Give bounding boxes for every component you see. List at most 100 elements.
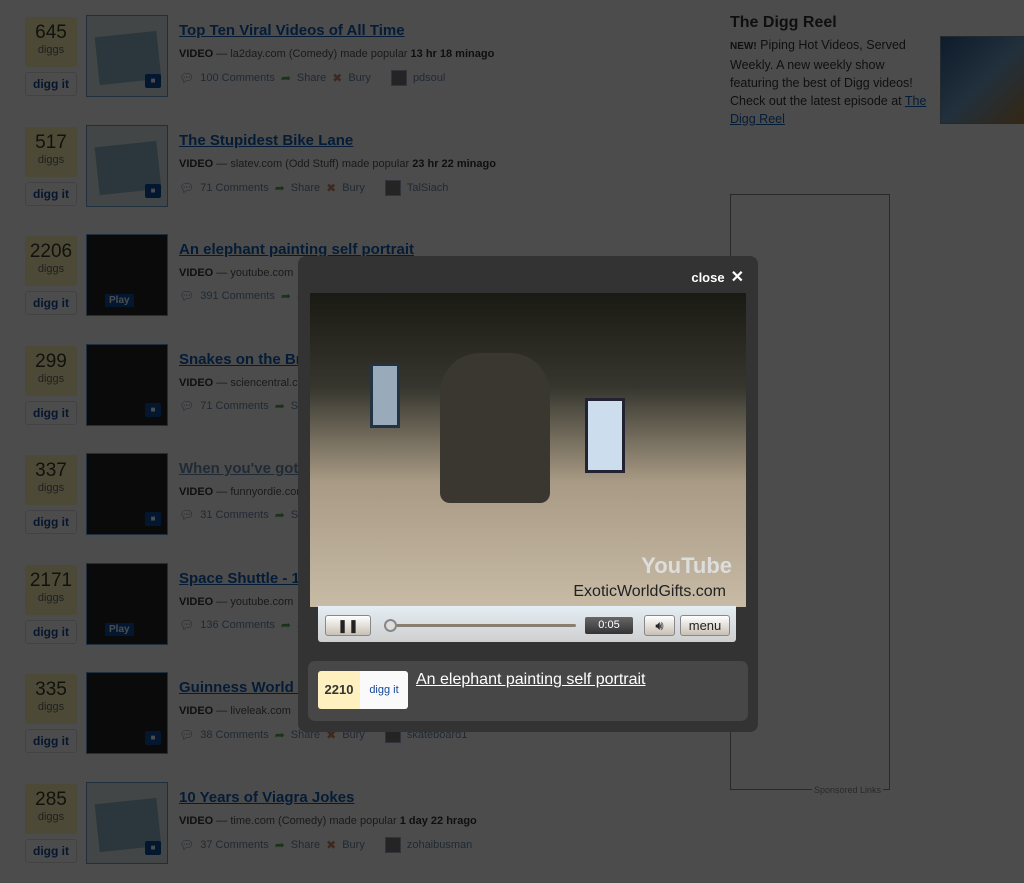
digg-count-box: 2206 diggs	[25, 236, 77, 286]
share-link[interactable]: Share	[291, 839, 320, 851]
story-item: 285 diggs digg it ■ 10 Years of Viagra Jo…	[25, 781, 705, 872]
digg-it-button[interactable]: digg it	[25, 510, 77, 534]
video-watermark: ExoticWorldGifts.com	[573, 583, 726, 600]
story-meta: VIDEO — funnyordie.com	[179, 486, 306, 498]
story-thumbnail[interactable]: Play	[86, 234, 168, 316]
modal-digg-button[interactable]: digg it	[360, 671, 408, 709]
bury-link[interactable]: Bury	[342, 839, 365, 851]
story-source: funnyordie.com	[230, 486, 306, 498]
bury-icon: ✖	[326, 837, 337, 852]
story-thumbnail[interactable]: ■	[86, 343, 168, 426]
user-link[interactable]: pdsoul	[413, 72, 445, 84]
digg-it-button[interactable]: digg it	[25, 400, 77, 425]
video-tag: VIDEO	[179, 486, 214, 498]
story-thumbnail[interactable]: ■	[86, 672, 168, 754]
promo-body: Piping Hot Videos, Served Weekly. A new …	[730, 38, 913, 108]
player-controls: ❚❚ 0:05 🔊︎ menu	[318, 606, 736, 642]
comment-icon: 💬︎	[179, 71, 195, 85]
pause-button[interactable]: ❚❚	[325, 615, 371, 636]
diggs-label: diggs	[37, 153, 65, 166]
story-thumbnail[interactable]: ■	[86, 15, 168, 97]
share-icon: ➦	[280, 617, 291, 632]
story-title[interactable]: Top Ten Viral Videos of All Time	[179, 22, 405, 39]
comment-icon: 💬︎	[179, 180, 195, 195]
video-tag: VIDEO	[179, 705, 214, 717]
story-title[interactable]: Space Shuttle - 1,	[179, 570, 304, 587]
digg-count: 285	[35, 788, 67, 810]
story-thumbnail[interactable]: ■	[86, 124, 168, 207]
user-link[interactable]: zohaibusman	[407, 839, 472, 851]
digg-count-box: 517 diggs	[25, 126, 77, 177]
digg-reel-image[interactable]	[940, 36, 1024, 124]
story-thumbnail[interactable]: ■	[86, 781, 168, 864]
comments-link[interactable]: 391 Comments	[200, 290, 275, 302]
digg-count: 2171	[29, 569, 73, 591]
user-avatar[interactable]	[384, 179, 401, 196]
diggs-label: diggs	[37, 372, 65, 385]
share-icon: ➦	[274, 728, 285, 742]
comments-link[interactable]: 31 Comments	[200, 509, 268, 521]
story-title[interactable]: Snakes on the Br	[179, 351, 302, 368]
comments-link[interactable]: 37 Comments	[200, 839, 268, 851]
digg-count: 335	[35, 679, 67, 700]
modal-story-title[interactable]: An elephant painting self portrait	[416, 671, 645, 689]
share-link[interactable]: Share	[297, 72, 326, 84]
video-modal: close ✕ YouTube ExoticWorldGifts.com ❚❚ 0…	[298, 256, 758, 732]
diggs-label: diggs	[37, 263, 65, 275]
story-time: 23 hr 22 minago	[412, 157, 496, 170]
comments-link[interactable]: 71 Comments	[200, 182, 268, 194]
digg-count-box: 299 diggs	[25, 345, 77, 396]
video-camera-icon: ■	[145, 183, 161, 198]
story-item: 645 diggs digg it ■ Top Ten Viral Videos …	[25, 15, 705, 105]
user-link[interactable]: TalSiach	[407, 182, 449, 194]
seek-handle[interactable]	[383, 619, 397, 632]
digg-reel-promo: The Digg Reel NEW! Piping Hot Videos, Se…	[730, 14, 1024, 128]
story-source: slatev.com (Odd Stuff)	[230, 157, 339, 170]
canvas-image	[585, 398, 625, 473]
video-frame[interactable]: YouTube ExoticWorldGifts.com	[310, 293, 746, 607]
story-title[interactable]: Guinness World R	[179, 679, 309, 696]
digg-it-button[interactable]: digg it	[25, 291, 77, 315]
user-avatar[interactable]	[384, 836, 401, 853]
video-camera-icon: ■	[145, 731, 161, 745]
bury-link[interactable]: Bury	[348, 72, 371, 84]
comments-link[interactable]: 38 Comments	[200, 729, 268, 741]
digg-it-button[interactable]: digg it	[25, 72, 77, 96]
video-tag: VIDEO	[179, 48, 214, 60]
digg-count-box: 285 diggs	[25, 783, 77, 834]
digg-count-box: 335 diggs	[25, 674, 77, 724]
share-icon: ➦	[274, 508, 285, 522]
story-thumbnail[interactable]: Play	[86, 562, 168, 645]
story-title[interactable]: The Stupidest Bike Lane	[179, 132, 353, 149]
story-meta: VIDEO — liveleak.com	[179, 705, 291, 717]
story-title[interactable]: 10 Years of Viagra Jokes	[179, 789, 354, 806]
video-camera-icon: ■	[145, 74, 161, 88]
digg-count-box: 645 diggs	[25, 17, 77, 67]
elephant-image	[440, 353, 550, 503]
digg-it-button[interactable]: digg it	[25, 181, 77, 206]
comments-link[interactable]: 100 Comments	[200, 72, 275, 84]
story-thumbnail[interactable]: ■	[86, 453, 168, 535]
digg-count: 645	[35, 22, 67, 43]
digg-it-button[interactable]: digg it	[25, 729, 77, 753]
user-avatar[interactable]	[390, 70, 407, 86]
digg-it-button[interactable]: digg it	[25, 838, 77, 863]
share-link[interactable]: Share	[291, 182, 320, 194]
volume-button[interactable]: 🔊︎	[644, 615, 675, 636]
comments-link[interactable]: 136 Comments	[200, 619, 275, 631]
story-title[interactable]: When you've got	[179, 460, 298, 477]
comment-icon: 💬︎	[179, 398, 195, 413]
comments-link[interactable]: 71 Comments	[200, 400, 268, 412]
seek-bar[interactable]	[384, 624, 576, 627]
comment-icon: 💬︎	[179, 617, 195, 632]
youtube-logo: YouTube	[641, 553, 732, 578]
bury-link[interactable]: Bury	[342, 182, 365, 194]
menu-button[interactable]: menu	[680, 615, 730, 636]
bury-icon: ✖	[332, 71, 343, 85]
diggs-label: diggs	[37, 810, 65, 823]
digg-it-button[interactable]: digg it	[25, 619, 77, 644]
sponsored-links-label: Sponsored Links	[812, 785, 884, 795]
story-source: la2day.com (Comedy)	[230, 48, 338, 60]
digg-count: 299	[35, 350, 67, 372]
close-button[interactable]: close ✕	[691, 267, 744, 287]
